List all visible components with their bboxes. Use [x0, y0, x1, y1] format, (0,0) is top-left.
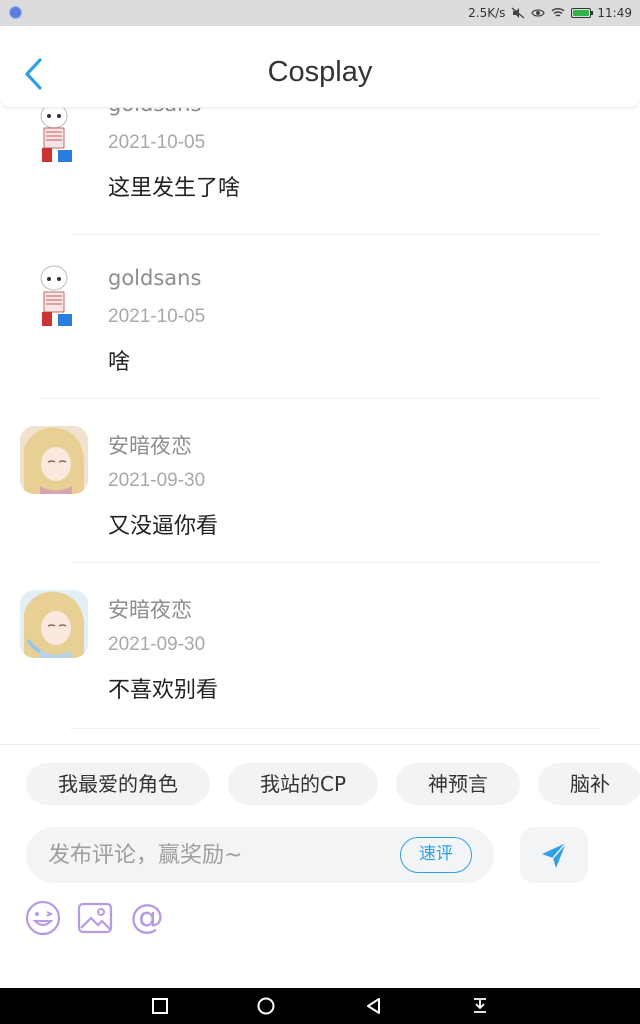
notification-pulldown-icon[interactable] [470, 996, 490, 1016]
anime-girl-avatar-icon [20, 426, 88, 494]
system-nav-bar [0, 988, 640, 1024]
comment-item[interactable]: 安暗夜恋 2021-09-30 不喜欢别看 [0, 590, 640, 744]
anime-girl-avatar-icon [20, 590, 88, 658]
topic-tag[interactable]: 脑补 [538, 763, 640, 805]
topic-tag[interactable]: 神预言 [396, 763, 521, 805]
network-speed: 2.5K/s [468, 6, 506, 20]
avatar[interactable] [20, 108, 88, 166]
status-icons: 2.5K/s 11:49 [468, 0, 632, 26]
wifi-icon [551, 8, 565, 17]
send-plane-icon [542, 842, 567, 868]
page-title: Cosplay [267, 56, 373, 88]
skeleton-avatar-icon [20, 262, 88, 330]
divider [70, 234, 600, 235]
comment-text: 又没逼你看 [108, 514, 219, 539]
comment-text: 不喜欢别看 [108, 678, 219, 703]
comment-input[interactable] [48, 835, 388, 875]
comment-item[interactable]: goldsans 2021-10-05 这里发生了啥 [0, 108, 640, 262]
mute-icon [511, 7, 525, 19]
divider [70, 728, 600, 729]
composer-tools: @ [24, 899, 166, 937]
quick-review-button[interactable]: 速评 [400, 837, 472, 873]
comment-date: 2021-09-30 [108, 634, 206, 655]
comment-text: 啥 [108, 350, 131, 375]
comment-username[interactable]: goldsans [108, 108, 201, 116]
avatar[interactable] [20, 426, 88, 494]
comment-date: 2021-10-05 [108, 306, 206, 327]
comment-date: 2021-09-30 [108, 470, 206, 491]
comment-date: 2021-10-05 [108, 132, 206, 153]
recent-apps-icon[interactable] [150, 996, 170, 1016]
avatar[interactable] [20, 590, 88, 658]
back-triangle-icon[interactable] [364, 996, 384, 1016]
status-bar: 2.5K/s 11:49 [0, 0, 640, 26]
home-icon[interactable] [256, 996, 276, 1016]
skeleton-avatar-icon [20, 108, 88, 166]
app-notification-icon [9, 6, 22, 19]
at-mention-icon[interactable]: @ [128, 899, 166, 937]
comment-username[interactable]: 安暗夜恋 [108, 430, 192, 460]
clock: 11:49 [597, 6, 632, 20]
send-button[interactable] [520, 827, 588, 883]
divider [70, 562, 600, 563]
comment-item[interactable]: goldsans 2021-10-05 啥 [0, 262, 640, 426]
comment-item[interactable]: 安暗夜恋 2021-09-30 又没逼你看 [0, 426, 640, 590]
composer-panel: 我最爱的角色 我站的CP 神预言 脑补 速评 @ [0, 744, 640, 988]
comment-username[interactable]: 安暗夜恋 [108, 594, 192, 624]
emoji-icon[interactable] [24, 899, 62, 937]
comment-text: 这里发生了啥 [108, 176, 241, 201]
comment-input-box[interactable]: 速评 [26, 827, 494, 883]
topic-tag[interactable]: 我站的CP [228, 763, 379, 805]
divider [40, 398, 600, 399]
comment-list[interactable]: goldsans 2021-10-05 这里发生了啥 goldsans 2021… [0, 108, 640, 744]
topic-tags[interactable]: 我最爱的角色 我站的CP 神预言 脑补 [26, 763, 640, 805]
topic-tag[interactable]: 我最爱的角色 [26, 763, 210, 805]
battery-icon [571, 8, 594, 18]
comment-username[interactable]: goldsans [108, 266, 201, 290]
image-icon[interactable] [76, 899, 114, 937]
header: Cosplay [0, 26, 640, 108]
avatar[interactable] [20, 262, 88, 330]
eye-icon [531, 9, 546, 17]
